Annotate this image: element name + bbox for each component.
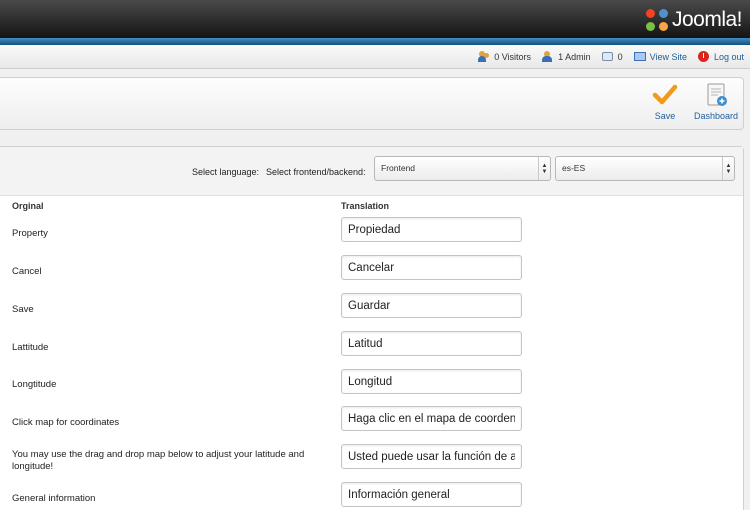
visitors-status: 0 Visitors [478, 51, 531, 62]
admin-count: 1 Admin [558, 51, 591, 62]
row-original-text: Property [12, 228, 48, 239]
logout-link[interactable]: Log out [697, 51, 744, 62]
status-bar: 0 Visitors 1 Admin 0 View Site Log out [0, 45, 750, 69]
row-original-text: Cancel [12, 266, 42, 277]
messages-icon [601, 51, 614, 62]
filter-bar: Select language: Select frontend/backend… [0, 147, 743, 196]
translation-input[interactable] [341, 444, 522, 469]
admin-status: 1 Admin [542, 51, 591, 62]
language-select[interactable]: es-ES ▲ ▼ [555, 156, 735, 181]
view-site-icon [633, 51, 646, 62]
scope-select[interactable]: Frontend ▲ ▼ [374, 156, 551, 181]
row-original-text: Lattitude [12, 342, 49, 353]
messages-count: 0 [617, 51, 623, 62]
header-blue-stripe [0, 38, 750, 45]
messages-status[interactable]: 0 [601, 51, 623, 62]
frontend-backend-label: Select frontend/backend: [266, 167, 366, 177]
translation-input[interactable] [341, 331, 522, 356]
translation-panel: Select language: Select frontend/backend… [0, 146, 744, 510]
logout-label: Log out [713, 51, 744, 62]
row-original-text: You may use the drag and drop map below … [12, 449, 305, 472]
translation-input[interactable] [341, 255, 522, 280]
translation-input[interactable] [341, 406, 522, 431]
dashboard-button[interactable]: Dashboard [687, 82, 745, 128]
users-icon [478, 51, 490, 62]
visitors-count: 0 Visitors [494, 51, 532, 62]
logo-text: Joomla! [671, 8, 743, 31]
scope-select-value: Frontend [381, 163, 416, 173]
view-site-label: View Site [649, 51, 687, 62]
column-header-translation: Translation [341, 201, 390, 211]
save-check-icon [652, 82, 678, 108]
select-arrows-icon: ▲ ▼ [722, 157, 734, 180]
save-label: Save [654, 111, 676, 121]
translation-input[interactable] [341, 482, 522, 507]
dashboard-icon [703, 82, 729, 108]
dashboard-label: Dashboard [693, 111, 739, 121]
toolbar: Save Dashboard [0, 77, 744, 130]
row-original-text: Click map for coordinates [12, 417, 120, 428]
select-arrows-icon: ▲ ▼ [538, 157, 550, 180]
save-button[interactable]: Save [636, 82, 694, 128]
language-label: Select language: [192, 167, 260, 177]
admin-icon [542, 51, 554, 62]
row-original-text: Longtitude [12, 379, 57, 390]
translation-input[interactable] [341, 217, 522, 242]
logout-icon [697, 51, 710, 62]
language-select-value: es-ES [562, 163, 586, 173]
view-site-link[interactable]: View Site [633, 51, 687, 62]
joomla-logo: Joomla! [645, 8, 743, 32]
translation-input[interactable] [341, 369, 522, 394]
joomla-logo-icon [645, 9, 668, 31]
column-header-original: Orginal [12, 201, 44, 211]
top-header: Joomla! [0, 0, 750, 38]
row-original-text: General information [12, 493, 96, 504]
translation-input[interactable] [341, 293, 522, 318]
row-original-text: Save [12, 304, 34, 315]
